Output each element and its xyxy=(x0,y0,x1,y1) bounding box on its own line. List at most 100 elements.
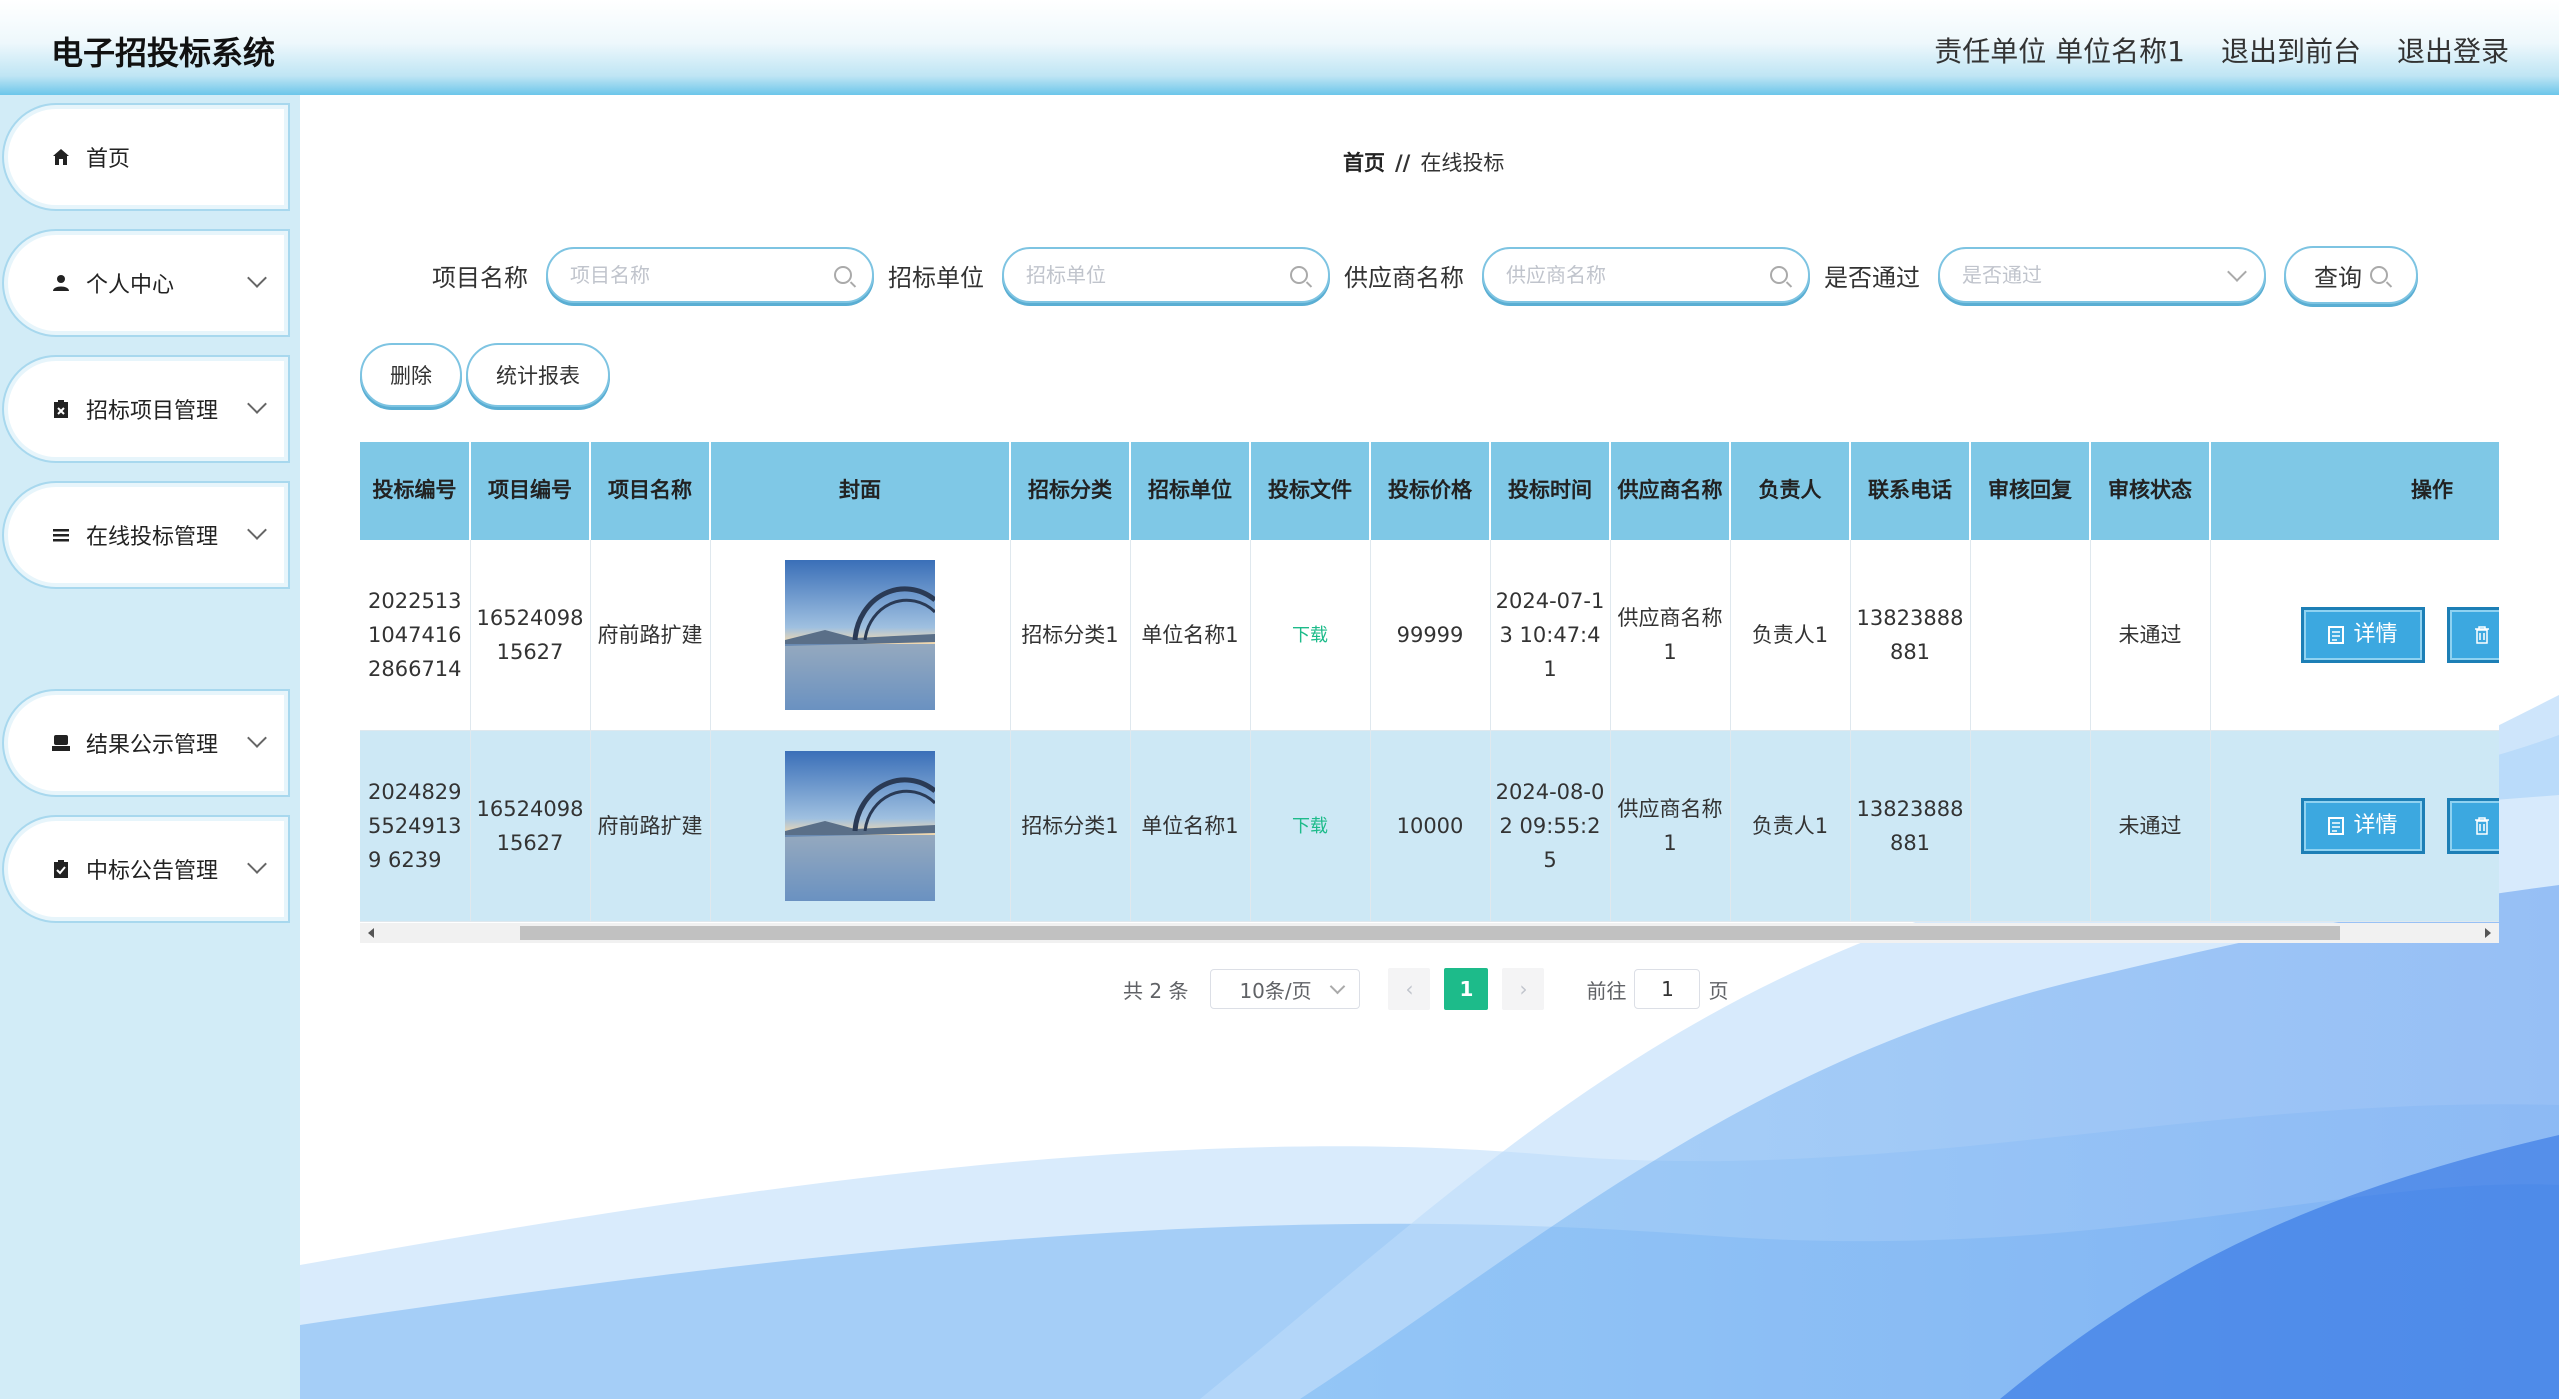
cell-bid-price: 10000 xyxy=(1370,730,1491,922)
query-button-label: 查询 xyxy=(2314,263,2362,292)
col-bid-no: 投标编号 xyxy=(360,442,471,540)
cell-bid-file: 下载 xyxy=(1250,730,1371,922)
tender-unit-input[interactable] xyxy=(1024,262,1290,288)
cell-tender-unit: 单位名称1 xyxy=(1130,540,1251,731)
col-review-reply: 审核回复 xyxy=(1970,442,2091,540)
trash-icon xyxy=(2475,626,2490,644)
search-icon xyxy=(834,266,852,284)
goto-label: 前往 xyxy=(1586,978,1627,1003)
supplier-name-input[interactable] xyxy=(1504,262,1770,288)
header-actions: 责任单位 单位名称1 退出到前台 退出登录 xyxy=(1934,30,2509,70)
detail-button-label: 详情 xyxy=(2353,813,2398,838)
sidebar-item-label: 个人中心 xyxy=(86,273,175,298)
project-name-field xyxy=(546,247,874,303)
next-page-button[interactable]: › xyxy=(1502,968,1545,1010)
cell-actions: 详情 xyxy=(2210,730,2499,922)
download-link[interactable]: 下载 xyxy=(1292,816,1328,837)
document-icon xyxy=(2327,817,2344,835)
prev-page-button[interactable]: ‹ xyxy=(1388,968,1431,1010)
chevron-down-icon xyxy=(247,268,267,288)
sidebar-subitem-online-bid[interactable]: 在线投标 xyxy=(14,693,284,767)
search-icon xyxy=(1770,266,1788,284)
bid-table-container[interactable]: 投标编号 项目编号 项目名称 封面 招标分类 招标单位 投标文件 投标价格 投标… xyxy=(360,442,2499,942)
chevron-down-icon xyxy=(247,394,267,414)
project-name-input[interactable] xyxy=(568,262,834,288)
sidebar-item-tender-projects[interactable]: 招标项目管理 xyxy=(8,361,284,457)
scroll-right-arrow-icon[interactable] xyxy=(2485,928,2491,938)
main-content: 首页 // 在线投标 项目名称 招标单位 供应商名称 是否通过 查询 删除 统计报表 xyxy=(300,95,2559,1399)
sidebar-item-home[interactable]: 首页 xyxy=(8,109,284,205)
col-manager: 负责人 xyxy=(1730,442,1851,540)
home-icon xyxy=(50,146,72,168)
current-user: 责任单位 单位名称1 xyxy=(1934,35,2185,68)
delete-button[interactable]: 删除 xyxy=(360,343,462,407)
table-header-row: 投标编号 项目编号 项目名称 封面 招标分类 招标单位 投标文件 投标价格 投标… xyxy=(360,442,2499,540)
cell-project-name: 府前路扩建 xyxy=(590,540,711,731)
cell-supplier: 供应商名称1 xyxy=(1610,730,1731,922)
logout-link[interactable]: 退出登录 xyxy=(2397,30,2509,70)
sidebar-item-profile[interactable]: 个人中心 xyxy=(8,235,284,331)
cell-project-name: 府前路扩建 xyxy=(590,730,711,922)
supplier-name-field xyxy=(1482,247,1810,303)
passed-select[interactable] xyxy=(1938,247,2266,303)
cell-actions: 详情 xyxy=(2210,540,2499,731)
cover-image[interactable] xyxy=(785,751,935,901)
top-header: 电子招投标系统 责任单位 单位名称1 退出到前台 退出登录 xyxy=(0,0,2559,95)
col-supplier: 供应商名称 xyxy=(1610,442,1731,540)
cell-bid-price: 99999 xyxy=(1370,540,1491,731)
scrollbar-thumb[interactable] xyxy=(520,926,2340,940)
cell-project-no: 1652409815627 xyxy=(470,540,591,731)
cell-cover xyxy=(710,730,1011,922)
page-size-select[interactable]: 10条/页 xyxy=(1210,969,1361,1009)
scroll-left-arrow-icon[interactable] xyxy=(368,928,374,938)
delete-row-button[interactable] xyxy=(2447,798,2499,854)
breadcrumb-home[interactable]: 首页 xyxy=(1343,151,1385,175)
detail-button[interactable]: 详情 xyxy=(2300,798,2425,854)
app-title: 电子招投标系统 xyxy=(51,34,276,72)
chevron-left-icon: ‹ xyxy=(1405,977,1414,1001)
passed-select-input[interactable] xyxy=(1960,262,2230,288)
col-phone: 联系电话 xyxy=(1850,442,1971,540)
cell-bid-time: 2024-07-13 10:47:41 xyxy=(1490,540,1611,731)
exit-to-front-link[interactable]: 退出到前台 xyxy=(2221,30,2361,70)
horizontal-scrollbar[interactable] xyxy=(360,923,2499,943)
chevron-down-icon xyxy=(1330,978,1346,994)
sidebar-item-label: 首页 xyxy=(86,147,131,172)
cell-bid-no: 202482955249139 6239 xyxy=(360,730,471,922)
page-number-current[interactable]: 1 xyxy=(1444,968,1489,1010)
cell-phone: 13823888881 xyxy=(1850,540,1971,731)
pagination: 共 2 条 10条/页 ‹ 1 › 前往 1 页 xyxy=(1123,968,1728,1010)
chevron-down-icon xyxy=(247,520,267,540)
chevron-right-icon: › xyxy=(1519,977,1528,1001)
cell-review-reply xyxy=(1970,540,2091,731)
col-project-no: 项目编号 xyxy=(470,442,591,540)
cell-manager: 负责人1 xyxy=(1730,730,1851,922)
detail-button[interactable]: 详情 xyxy=(2300,607,2425,663)
delete-row-button[interactable] xyxy=(2447,607,2499,663)
table-row: 202251310474162866714 1652409815627 府前路扩… xyxy=(360,540,2499,731)
cover-image[interactable] xyxy=(785,560,935,710)
document-icon xyxy=(2327,626,2344,644)
search-bar: 项目名称 招标单位 供应商名称 是否通过 查询 xyxy=(432,245,2418,305)
goto-page-input[interactable]: 1 xyxy=(1634,969,1701,1009)
passed-label: 是否通过 xyxy=(1824,263,1920,292)
cell-bid-no: 202251310474162866714 xyxy=(360,540,471,731)
page-unit-label: 页 xyxy=(1708,978,1729,1003)
sidebar-item-label: 招标项目管理 xyxy=(86,399,219,424)
sidebar-item-online-bid-mgmt[interactable]: 在线投标管理 xyxy=(8,487,284,583)
search-icon xyxy=(2370,266,2388,284)
report-button[interactable]: 统计报表 xyxy=(466,343,610,407)
total-count: 共 2 条 xyxy=(1123,978,1189,1003)
clipboard-icon xyxy=(50,398,72,420)
breadcrumb-current: 在线投标 xyxy=(1420,151,1505,175)
table-row: 202482955249139 6239 1652409815627 府前路扩建 xyxy=(360,730,2499,922)
cell-review-status: 未通过 xyxy=(2090,730,2211,922)
user-icon xyxy=(50,272,72,294)
chevron-down-icon xyxy=(2227,262,2247,282)
download-link[interactable]: 下载 xyxy=(1292,625,1328,646)
col-bid-file: 投标文件 xyxy=(1250,442,1371,540)
query-button[interactable]: 查询 xyxy=(2284,246,2418,304)
cell-project-no: 1652409815627 xyxy=(470,730,591,922)
tender-unit-field xyxy=(1002,247,1330,303)
cell-bid-time: 2024-08-02 09:55:25 xyxy=(1490,730,1611,922)
